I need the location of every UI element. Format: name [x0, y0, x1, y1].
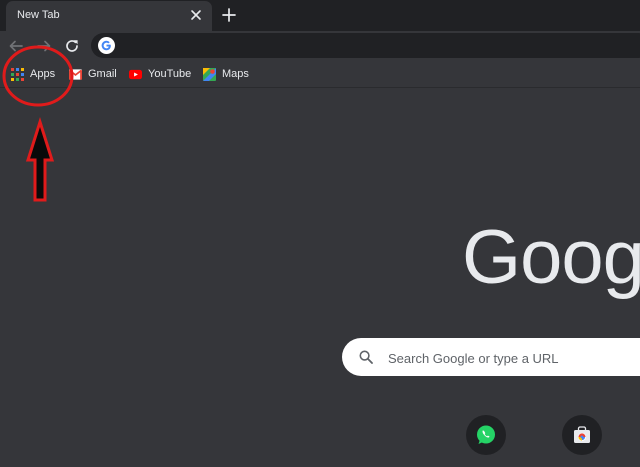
- bookmark-label: Maps: [222, 68, 249, 80]
- maps-icon: [203, 67, 216, 81]
- bookmark-gmail[interactable]: Gmail: [69, 65, 117, 83]
- gmail-icon: [69, 68, 82, 80]
- tab-title: New Tab: [17, 9, 60, 21]
- bookmarks-bar: Apps Gmail YouTube Maps: [0, 61, 640, 88]
- bookmark-label: Gmail: [88, 68, 117, 80]
- new-tab-button[interactable]: [220, 6, 238, 24]
- whatsapp-icon: [477, 425, 495, 444]
- shortcut-web-store[interactable]: [562, 415, 602, 455]
- search-box[interactable]: [342, 338, 640, 376]
- bookmark-apps[interactable]: Apps: [11, 65, 55, 83]
- reload-button[interactable]: [63, 37, 81, 55]
- tab-new-tab[interactable]: New Tab: [6, 1, 212, 31]
- toolbar: [0, 31, 640, 61]
- web-store-icon: [574, 426, 590, 443]
- apps-grid-icon: [11, 67, 24, 81]
- bookmark-label: Apps: [30, 68, 56, 80]
- youtube-icon: [129, 69, 142, 79]
- tab-strip: New Tab: [0, 0, 640, 31]
- address-input[interactable]: [121, 36, 640, 57]
- bookmark-youtube[interactable]: YouTube: [129, 65, 191, 83]
- google-icon: [98, 37, 115, 54]
- google-logo: Goog: [462, 215, 640, 300]
- forward-button[interactable]: [35, 37, 53, 55]
- bookmark-maps[interactable]: Maps: [203, 65, 249, 83]
- address-bar[interactable]: [91, 33, 640, 58]
- search-icon: [359, 350, 373, 364]
- bookmark-label: YouTube: [148, 68, 192, 80]
- search-input[interactable]: [386, 347, 640, 369]
- back-button[interactable]: [7, 37, 25, 55]
- shortcut-whatsapp[interactable]: [466, 415, 506, 455]
- close-icon[interactable]: [188, 7, 204, 23]
- up-arrow-icon: [25, 117, 55, 202]
